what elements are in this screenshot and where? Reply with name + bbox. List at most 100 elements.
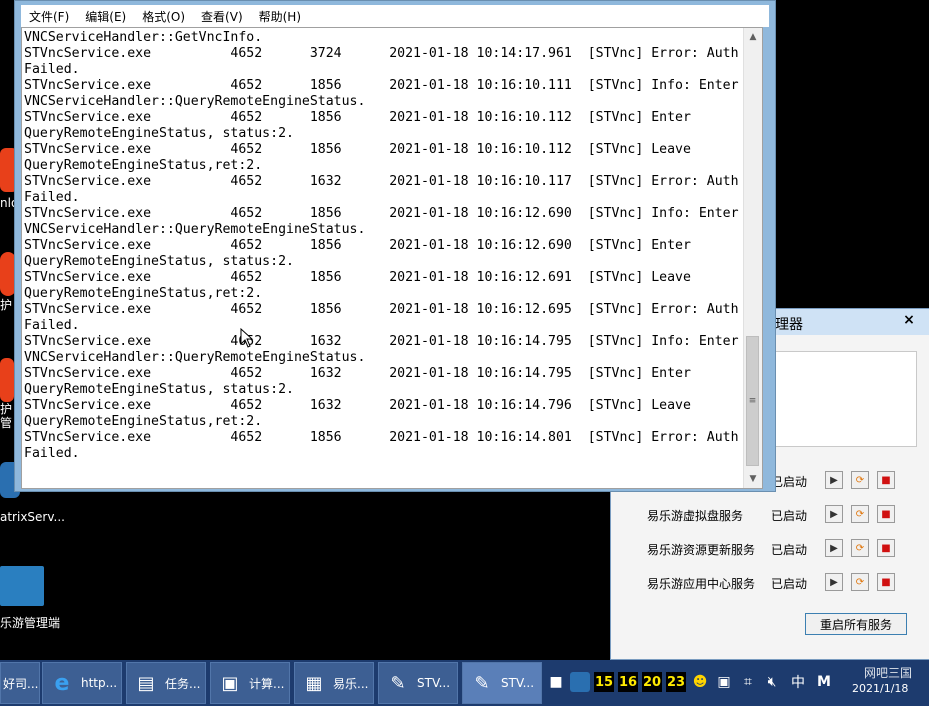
play-icon: ▶ (830, 508, 838, 520)
stop-icon[interactable]: ■ (546, 672, 566, 692)
smiley-icon[interactable]: ☻ (690, 672, 710, 692)
ime-icon[interactable]: 中 (788, 672, 808, 692)
log-line: STVncService.exe 4652 1856 2021-01-18 10… (24, 302, 739, 317)
tray-counter[interactable]: 16 (618, 672, 638, 692)
close-icon[interactable]: × (897, 309, 921, 331)
browser-icon: e (54, 670, 70, 696)
network-icon[interactable]: ▣ (714, 672, 734, 692)
taskbar-item-label: 好司... (3, 676, 39, 691)
service-status: 已启动 (771, 543, 808, 557)
log-line: STVncService.exe 4652 1632 2021-01-18 10… (24, 174, 739, 189)
notepad-window: 文件(F) 编辑(E) 格式(O) 查看(V) 帮助(H) VNCService… (14, 0, 776, 492)
scroll-up-icon[interactable]: ▲ (744, 28, 762, 46)
restart-all-services-button[interactable]: 重启所有服务 (805, 613, 907, 635)
service-name: 易乐游资源更新服务 (647, 543, 756, 557)
taskbar-item[interactable]: ▣ 计算... (210, 662, 290, 704)
volume-muted-icon[interactable]: 🔇︎ (762, 672, 782, 692)
service-status: 已启动 (771, 577, 808, 591)
start-service-button[interactable]: ▶ (825, 539, 843, 557)
menu-edit[interactable]: 编辑(E) (77, 8, 134, 25)
connection-icon[interactable]: ⌗ (738, 672, 758, 692)
taskbar-item[interactable]: ✎ STV... (462, 662, 542, 704)
log-line: QueryRemoteEngineStatus,ret:2. (24, 158, 263, 173)
stop-service-button[interactable]: ■ (877, 539, 895, 557)
service-name: 易乐游虚拟盘服务 (647, 509, 744, 523)
ime-mode-icon[interactable]: M (814, 672, 834, 692)
tray-counter[interactable]: 15 (594, 672, 614, 692)
notepad-icon: ✎ (474, 672, 490, 694)
log-line: Failed. (24, 62, 80, 77)
refresh-icon: ⟳ (855, 508, 865, 520)
scroll-thumb[interactable]: ≡ (746, 336, 759, 466)
scroll-down-icon[interactable]: ▼ (744, 470, 762, 488)
log-line: STVncService.exe 4652 1856 2021-01-18 10… (24, 78, 739, 93)
taskbar: 好司... e http... ▤ 任务... ▣ 计算... ▦ 易乐... … (0, 660, 929, 706)
log-line: VNCServiceHandler::QueryRemoteEngineStat… (24, 222, 366, 237)
log-line: STVncService.exe 4652 1632 2021-01-18 10… (24, 334, 739, 349)
desktop-icon-5[interactable]: 乐游管理端 (0, 566, 60, 631)
menu-view[interactable]: 查看(V) (193, 8, 251, 25)
watermark: 网吧三国 (864, 666, 913, 680)
stop-service-button[interactable]: ■ (877, 505, 895, 523)
log-line: STVncService.exe 4652 1856 2021-01-18 10… (24, 270, 691, 285)
start-service-button[interactable]: ▶ (825, 573, 843, 591)
service-row: 易乐游应用中心服务 已启动 ▶ ⟳ ■ (611, 571, 929, 595)
app-icon (0, 358, 14, 402)
log-line: STVncService.exe 4652 1632 2021-01-18 10… (24, 398, 691, 413)
service-row: 易乐游资源更新服务 已启动 ▶ ⟳ ■ (611, 537, 929, 561)
menu-help[interactable]: 帮助(H) (251, 8, 309, 25)
mouse-cursor-icon (240, 328, 254, 348)
menu-file[interactable]: 文件(F) (21, 8, 77, 25)
log-line: Failed. (24, 190, 80, 205)
stop-icon: ■ (881, 474, 891, 486)
vertical-scrollbar[interactable]: ▲ ≡ ▼ (743, 28, 762, 488)
tray-counter[interactable]: 20 (642, 672, 662, 692)
log-line: Failed. (24, 318, 80, 333)
taskbar-item-label: 计算... (249, 676, 285, 691)
service-manager-title: 理器 (775, 317, 803, 333)
network-manager-icon: ▦ (305, 672, 323, 694)
log-line: QueryRemoteEngineStatus, status:2. (24, 382, 294, 397)
service-status: 已启动 (771, 475, 808, 489)
taskbar-item-label: STV... (501, 676, 535, 690)
log-line: STVncService.exe 4652 3724 2021-01-18 10… (24, 46, 739, 61)
log-line: QueryRemoteEngineStatus,ret:2. (24, 414, 263, 429)
log-text-area[interactable]: VNCServiceHandler::GetVncInfo. STVncServi… (21, 27, 763, 489)
network-manager-icon (0, 566, 44, 606)
restart-service-button[interactable]: ⟳ (851, 539, 869, 557)
taskbar-item[interactable]: ▦ 易乐... (294, 662, 374, 704)
stop-service-button[interactable]: ■ (877, 471, 895, 489)
log-line: STVncService.exe 4652 1856 2021-01-18 10… (24, 206, 739, 221)
desktop-icon-label: 乐游管理端 (0, 616, 61, 630)
menu-format[interactable]: 格式(O) (134, 8, 193, 25)
start-service-button[interactable]: ▶ (825, 471, 843, 489)
restart-service-button[interactable]: ⟳ (851, 573, 869, 591)
service-row: 易乐游虚拟盘服务 已启动 ▶ ⟳ ■ (611, 503, 929, 527)
refresh-icon: ⟳ (855, 576, 865, 588)
service-status: 已启动 (771, 509, 808, 523)
taskbar-item-label: http... (81, 676, 118, 690)
service-name: 易乐游应用中心服务 (647, 577, 756, 591)
computer-management-icon: ▣ (221, 672, 239, 694)
tray-counter[interactable]: 23 (666, 672, 686, 692)
taskbar-item[interactable]: ▤ 任务... (126, 662, 206, 704)
log-line: VNCServiceHandler::QueryRemoteEngineStat… (24, 350, 366, 365)
stop-service-button[interactable]: ■ (877, 573, 895, 591)
taskbar-item[interactable]: ✎ STV... (378, 662, 458, 704)
taskbar-item[interactable]: e http... (42, 662, 122, 704)
restart-service-button[interactable]: ⟳ (851, 505, 869, 523)
restart-service-button[interactable]: ⟳ (851, 471, 869, 489)
stop-icon: ■ (881, 542, 891, 554)
taskbar-item[interactable]: 好司... (0, 662, 40, 704)
menu-bar: 文件(F) 编辑(E) 格式(O) 查看(V) 帮助(H) (21, 5, 769, 27)
app-tray-icon[interactable] (570, 672, 590, 692)
taskbar-item-label: STV... (417, 676, 451, 690)
start-service-button[interactable]: ▶ (825, 505, 843, 523)
log-content: VNCServiceHandler::GetVncInfo. STVncServi… (24, 30, 749, 462)
refresh-icon: ⟳ (855, 474, 865, 486)
log-line: STVncService.exe 4652 1632 2021-01-18 10… (24, 366, 691, 381)
log-line: VNCServiceHandler::GetVncInfo. (24, 30, 263, 45)
clock-date[interactable]: 2021/1/18 (852, 682, 908, 695)
play-icon: ▶ (830, 576, 838, 588)
refresh-icon: ⟳ (855, 542, 865, 554)
